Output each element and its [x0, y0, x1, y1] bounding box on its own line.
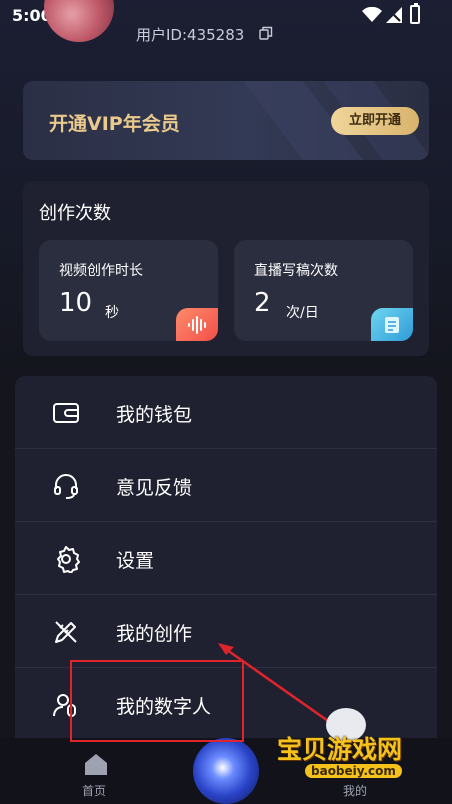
- watermark-url: baobeiy.com: [305, 764, 402, 778]
- annotation-arrow: [218, 643, 339, 730]
- watermark-logo: 宝贝游戏网: [277, 735, 403, 764]
